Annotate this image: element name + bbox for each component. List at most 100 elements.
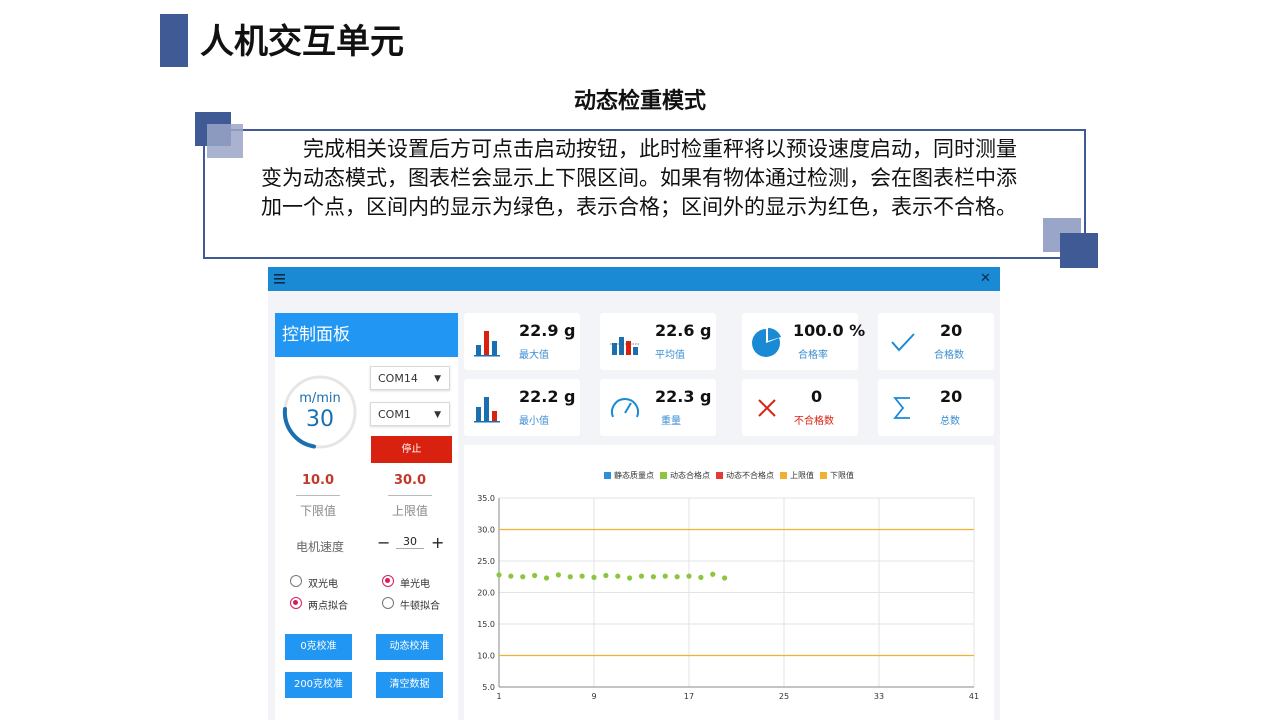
stat-value: 22.9 g — [519, 321, 576, 340]
calibration-200g-button[interactable]: 200克校准 — [285, 672, 352, 698]
radio-two-point-fit[interactable] — [290, 597, 302, 609]
chevron-down-icon: ▼ — [434, 410, 441, 420]
radio-label: 单光电 — [400, 579, 430, 590]
stat-card-pass-rate: 100.0 % 合格率 — [742, 313, 865, 370]
decor-square — [207, 124, 243, 158]
stat-card-total: 20 总数 — [878, 379, 994, 436]
stat-card-pass-count: 20 合格数 — [878, 313, 994, 370]
stat-label: 不合格数 — [794, 416, 834, 427]
description-text: 完成相关设置后方可点击启动按钮，此时检重秤将以预设速度启动，同时测量变为动态模式… — [261, 137, 1017, 219]
bar-chart-icon — [474, 331, 500, 357]
data-point — [496, 572, 502, 578]
speedometer-icon — [611, 398, 639, 418]
chevron-down-icon: ▼ — [434, 374, 441, 384]
minus-icon[interactable]: − — [377, 533, 390, 552]
radio-newton-fit[interactable] — [382, 597, 394, 609]
app-window: ✕ 控制面板 m/min 30 COM14 ▼ COM1 ▼ 停止 10.0 下… — [268, 267, 1000, 720]
stat-value: 20 — [940, 321, 963, 340]
stat-label: 平均值 — [655, 350, 685, 361]
plus-icon[interactable]: + — [431, 533, 444, 552]
stat-label: 最小值 — [519, 416, 549, 427]
gauge-value: 30 — [306, 407, 334, 432]
sigma-icon — [893, 397, 910, 419]
stat-card-max: 22.9 g 最大值 — [464, 313, 580, 370]
upper-limit-label: 上限值 — [391, 504, 428, 518]
data-point — [532, 572, 538, 579]
stat-value: 22.2 g — [519, 387, 576, 406]
radio-dual-sensor[interactable] — [290, 575, 302, 587]
dynamic-calibration-button[interactable]: 动态校准 — [376, 634, 443, 660]
x-tick-label: 41 — [969, 692, 979, 701]
x-tick-label: 9 — [591, 692, 596, 701]
bar-chart-min-icon — [474, 397, 500, 423]
radio-label: 双光电 — [308, 579, 338, 590]
clear-data-button[interactable]: 清空数据 — [376, 672, 443, 698]
motor-speed-label: 电机速度 — [296, 540, 345, 554]
data-point — [579, 573, 585, 579]
com-port-select-1[interactable]: COM14 ▼ — [370, 366, 450, 390]
y-tick-label: 35.0 — [477, 494, 495, 503]
stat-card-weight: 22.3 g 重量 — [600, 379, 716, 436]
stat-value: 20 — [940, 387, 963, 406]
data-point — [555, 572, 561, 578]
stat-label: 重量 — [661, 416, 681, 427]
data-point — [508, 573, 514, 579]
com-port-value: COM1 — [378, 408, 411, 421]
zero-calibration-button[interactable]: 0克校准 — [285, 634, 352, 660]
radio-label: 牛顿拟合 — [400, 601, 440, 612]
data-point — [698, 574, 704, 580]
divider — [388, 495, 432, 496]
com-port-value: COM14 — [378, 372, 418, 385]
data-point — [650, 574, 656, 580]
decor-square — [1060, 233, 1098, 268]
data-point — [686, 573, 692, 579]
motor-speed-input[interactable]: 30 — [396, 535, 424, 549]
stat-value: 0 — [811, 387, 823, 406]
gauge-unit: m/min — [299, 391, 341, 406]
hamburger-icon[interactable] — [274, 272, 286, 286]
com-port-select-2[interactable]: COM1 ▼ — [370, 402, 450, 426]
data-point — [520, 574, 526, 580]
stat-value: 22.3 g — [655, 387, 712, 406]
y-tick-label: 20.0 — [477, 589, 495, 598]
bar-chart-average-icon — [610, 337, 640, 355]
title-accent-bar — [160, 14, 188, 67]
stop-button[interactable]: 停止 — [371, 436, 452, 463]
check-icon — [891, 333, 915, 352]
data-point — [710, 571, 716, 577]
y-tick-label: 10.0 — [477, 652, 495, 661]
slide-title: 人机交互单元 — [200, 22, 404, 62]
divider — [296, 495, 340, 496]
stat-card-min: 22.2 g 最小值 — [464, 379, 580, 436]
cross-icon — [758, 399, 776, 417]
data-point — [722, 575, 728, 581]
panel-title: 控制面板 — [275, 313, 458, 357]
pie-chart-icon — [752, 328, 781, 357]
y-tick-label: 30.0 — [477, 526, 495, 535]
x-tick-label: 1 — [496, 692, 501, 701]
slide-subtitle: 动态检重模式 — [573, 89, 706, 114]
stat-label: 合格数 — [934, 350, 964, 361]
radio-label: 两点拟合 — [308, 601, 348, 612]
stat-card-average: 22.6 g 平均值 — [600, 313, 716, 370]
upper-limit-value[interactable]: 30.0 — [380, 473, 440, 488]
data-point — [627, 575, 633, 581]
stat-value: 100.0 % — [793, 321, 866, 340]
close-icon[interactable]: ✕ — [980, 271, 991, 287]
data-point — [591, 574, 597, 580]
app-title-bar: ✕ — [268, 267, 1000, 291]
data-point — [615, 573, 621, 579]
stat-label: 合格率 — [798, 350, 828, 361]
data-point — [603, 572, 609, 579]
x-tick-label: 17 — [684, 692, 694, 701]
data-point — [674, 574, 680, 580]
y-tick-label: 15.0 — [477, 620, 495, 629]
x-tick-label: 33 — [874, 692, 884, 701]
radio-single-sensor[interactable] — [382, 575, 394, 587]
lower-limit-label: 下限值 — [299, 504, 336, 518]
stat-card-fail-count: 0 不合格数 — [742, 379, 858, 436]
data-point — [638, 573, 645, 579]
y-tick-label: 5.0 — [482, 683, 495, 692]
data-point — [543, 575, 550, 581]
lower-limit-value[interactable]: 10.0 — [288, 473, 348, 488]
